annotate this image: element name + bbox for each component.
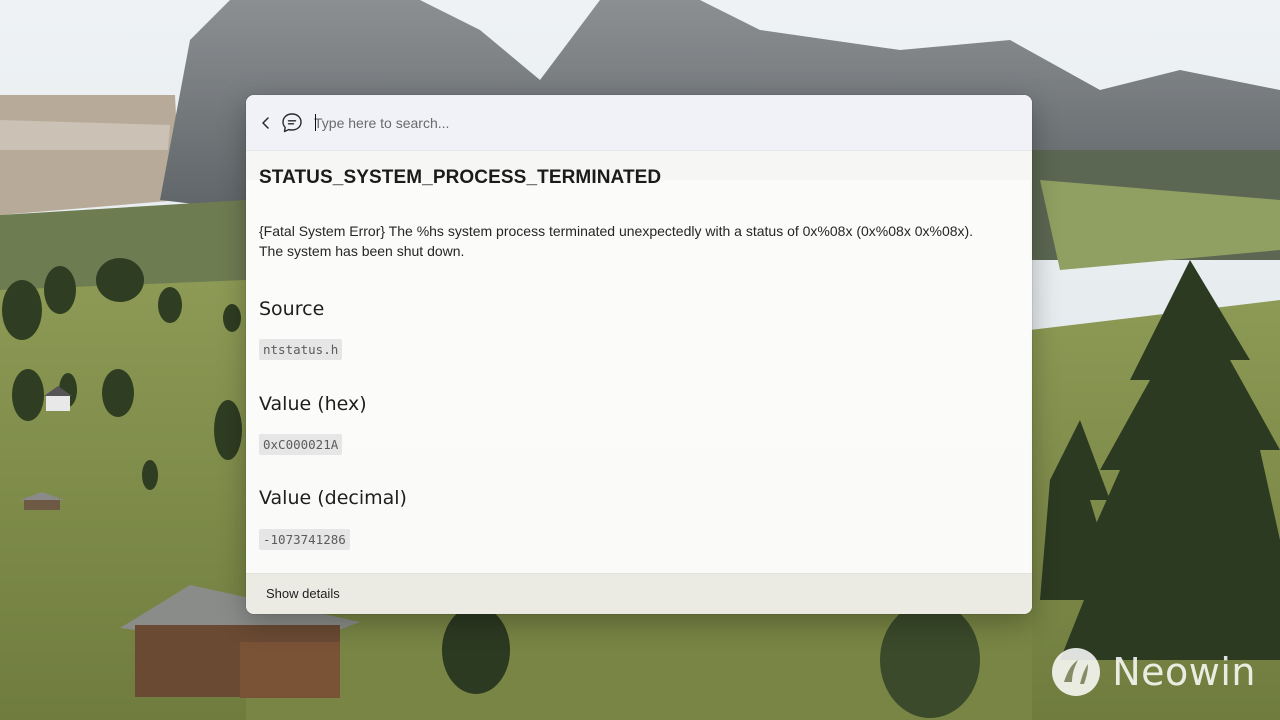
value-hex-section: Value (hex) 0xC000021A	[259, 393, 367, 455]
back-button[interactable]	[252, 109, 280, 137]
error-title: STATUS_SYSTEM_PROCESS_TERMINATED	[259, 167, 662, 188]
show-details-link[interactable]: Show details	[266, 586, 340, 601]
desktop: STATUS_SYSTEM_PROCESS_TERMINATED {Fatal …	[0, 0, 1280, 720]
panel-footer: Show details	[246, 573, 1032, 614]
source-value: ntstatus.h	[259, 339, 343, 360]
chevron-left-icon	[262, 117, 269, 129]
search-input[interactable]	[314, 111, 1014, 135]
error-lookup-panel: STATUS_SYSTEM_PROCESS_TERMINATED {Fatal …	[246, 95, 1032, 614]
error-content: STATUS_SYSTEM_PROCESS_TERMINATED {Fatal …	[259, 167, 1019, 261]
error-description: {Fatal System Error} The %hs system proc…	[259, 223, 974, 259]
neowin-watermark: Neowin	[1050, 646, 1256, 698]
value-decimal-heading: Value (decimal)	[259, 487, 407, 509]
value-decimal-section: Value (decimal) -1073741286	[259, 487, 407, 550]
source-heading: Source	[259, 298, 325, 320]
text-caret	[315, 114, 316, 131]
value-decimal: -1073741286	[259, 529, 350, 550]
value-hex-heading: Value (hex)	[259, 393, 367, 415]
search-bar	[246, 95, 1032, 151]
value-hex: 0xC000021A	[259, 434, 343, 455]
neowin-logo-icon	[1052, 648, 1101, 696]
chat-bubble-icon[interactable]	[279, 110, 305, 136]
watermark-text: Neowin	[1112, 650, 1256, 694]
source-section: Source ntstatus.h	[259, 298, 343, 360]
